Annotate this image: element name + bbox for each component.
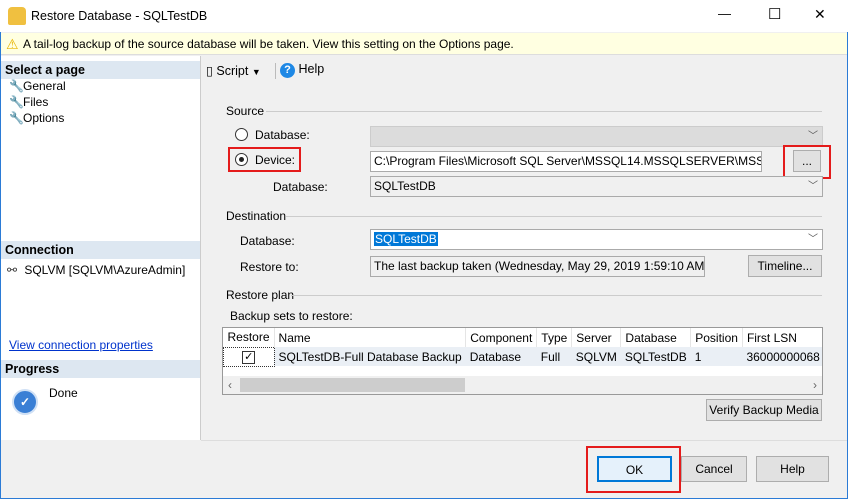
column-restore[interactable]: Restore bbox=[223, 328, 275, 347]
restore-checkbox[interactable]: ✓ bbox=[242, 351, 256, 364]
source-db-label: Database: bbox=[273, 180, 328, 194]
database-radio[interactable] bbox=[235, 128, 248, 141]
timeline-button[interactable]: Timeline... bbox=[748, 255, 822, 277]
left-panel: Select a page 🔧General 🔧Files 🔧Options C… bbox=[1, 56, 201, 440]
scroll-right-icon[interactable]: › bbox=[813, 378, 817, 392]
chevron-down-icon: ﹀ bbox=[808, 181, 818, 192]
maximize-button[interactable]: ☐ bbox=[768, 5, 781, 23]
source-db-value: SQLTestDB bbox=[374, 179, 436, 193]
cell-database: SQLTestDB bbox=[620, 347, 691, 366]
source-database-label: Database: bbox=[255, 128, 310, 142]
highlight-device bbox=[228, 147, 301, 172]
divider bbox=[291, 295, 822, 296]
chevron-down-icon: ▼ bbox=[251, 67, 261, 77]
column-server[interactable]: Server bbox=[571, 328, 622, 347]
connection-text: SQLVM [SQLVM\AzureAdmin] bbox=[24, 263, 186, 277]
warning-text: A tail-log backup of the source database… bbox=[23, 37, 514, 51]
cell-name: SQLTestDB-Full Database Backup bbox=[274, 347, 466, 366]
chevron-down-icon: ﹀ bbox=[808, 131, 818, 142]
close-button[interactable]: ✕ bbox=[814, 6, 826, 23]
cell-first-lsn: 36000000068 bbox=[742, 347, 822, 366]
window-title: Restore Database - SQLTestDB bbox=[31, 9, 208, 23]
view-connection-properties-link[interactable]: View connection properties bbox=[9, 338, 153, 352]
help-label: Help bbox=[298, 62, 325, 76]
wrench-icon: 🔧 bbox=[9, 79, 24, 93]
server-connection-icon: ⚯ bbox=[7, 263, 18, 277]
column-database[interactable]: Database bbox=[620, 328, 692, 347]
source-database-select[interactable]: ﹀ bbox=[370, 126, 823, 147]
table-row[interactable]: ✓ SQLTestDB-Full Database Backup Databas… bbox=[223, 346, 822, 367]
cell-component: Database bbox=[465, 347, 537, 366]
minimize-button[interactable]: — bbox=[718, 6, 731, 21]
warning-icon: ⚠ bbox=[6, 36, 19, 52]
restore-to-label: Restore to: bbox=[240, 260, 299, 274]
script-button[interactable]: ▯ Script ▼ bbox=[206, 63, 261, 81]
destination-database-value: SQLTestDB bbox=[374, 232, 438, 246]
script-icon: ▯ bbox=[206, 64, 213, 78]
verify-backup-media-button[interactable]: Verify Backup Media bbox=[706, 399, 822, 421]
divider bbox=[266, 111, 822, 112]
column-name[interactable]: Name bbox=[274, 328, 467, 347]
destination-database-label: Database: bbox=[240, 234, 295, 248]
help-icon: ? bbox=[280, 63, 295, 78]
connection-info: ⚯ SQLVM [SQLVM\AzureAdmin] bbox=[7, 262, 185, 278]
destination-database-select[interactable]: SQLTestDB ﹀ bbox=[370, 229, 823, 250]
script-label: Script bbox=[216, 64, 249, 78]
backup-sets-grid: Restore Name Component Type Server Datab… bbox=[222, 327, 823, 395]
page-options[interactable]: 🔧Options bbox=[9, 110, 64, 126]
column-type[interactable]: Type bbox=[536, 328, 573, 347]
grid-header-row: Restore Name Component Type Server Datab… bbox=[223, 328, 822, 347]
scroll-left-icon[interactable]: ‹ bbox=[228, 378, 232, 392]
cancel-button[interactable]: Cancel bbox=[681, 456, 747, 482]
divider bbox=[201, 440, 847, 441]
column-position[interactable]: Position bbox=[690, 328, 743, 347]
chevron-down-icon: ﹀ bbox=[808, 234, 818, 245]
column-component[interactable]: Component bbox=[465, 328, 538, 347]
restore-plan-section-title: Restore plan bbox=[226, 288, 295, 302]
warning-bar: ⚠ A tail-log backup of the source databa… bbox=[1, 33, 847, 55]
wrench-icon: 🔧 bbox=[9, 111, 24, 125]
page-label: Files bbox=[23, 95, 49, 109]
device-path-field[interactable]: C:\Program Files\Microsoft SQL Server\MS… bbox=[370, 151, 762, 172]
progress-header: Progress bbox=[1, 360, 200, 378]
scrollbar-thumb[interactable] bbox=[240, 378, 465, 392]
cell-position: 1 bbox=[690, 347, 743, 366]
page-files[interactable]: 🔧Files bbox=[9, 94, 48, 110]
source-section-title: Source bbox=[226, 104, 265, 118]
toolbar-divider bbox=[275, 63, 276, 79]
title-bar: Restore Database - SQLTestDB — ☐ ✕ bbox=[0, 0, 848, 32]
backup-sets-label: Backup sets to restore: bbox=[230, 309, 353, 323]
database-restore-icon bbox=[8, 7, 26, 25]
page-label: Options bbox=[23, 111, 65, 125]
cell-type: Full bbox=[536, 347, 572, 366]
destination-section-title: Destination bbox=[226, 209, 287, 223]
wrench-icon: 🔧 bbox=[9, 95, 24, 109]
page-label: General bbox=[23, 79, 66, 93]
cell-server: SQLVM bbox=[571, 347, 621, 366]
done-check-icon: ✓ bbox=[12, 389, 38, 415]
page-general[interactable]: 🔧General bbox=[9, 78, 66, 94]
help-button[interactable]: Help bbox=[756, 456, 829, 482]
progress-status: Done bbox=[49, 386, 78, 400]
source-db-select[interactable]: SQLTestDB ﹀ bbox=[370, 176, 823, 197]
select-page-header: Select a page bbox=[1, 61, 200, 79]
highlight-browse bbox=[783, 145, 831, 179]
horizontal-scrollbar[interactable]: ‹ › bbox=[223, 376, 822, 394]
divider bbox=[286, 216, 822, 217]
column-first-lsn[interactable]: First LSN bbox=[742, 328, 822, 347]
highlight-ok bbox=[586, 446, 681, 493]
connection-header: Connection bbox=[1, 241, 200, 259]
help-toolbar-button[interactable]: ? Help bbox=[280, 62, 324, 78]
restore-to-field: The last backup taken (Wednesday, May 29… bbox=[370, 256, 705, 277]
